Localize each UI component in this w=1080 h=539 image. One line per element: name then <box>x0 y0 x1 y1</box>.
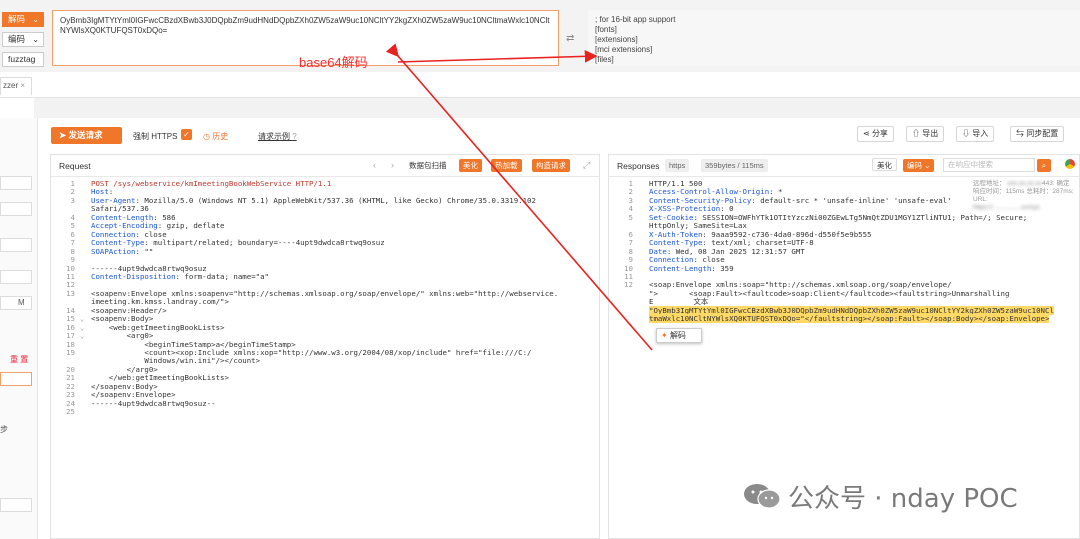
close-icon[interactable]: × <box>20 81 25 90</box>
help-icon: ? <box>292 132 297 141</box>
annotation-label: base64解码 <box>299 55 368 70</box>
fold-chevron-icon[interactable]: ⌄ <box>80 315 84 323</box>
tab-strip: zzer × <box>0 72 1080 98</box>
decoder-panel: 解码 ⌄ 编码 ⌄ fuzztag OyBmb3IgMTYtYml0IGFwcCBz… <box>0 0 1080 72</box>
response-search-input[interactable]: 在响应中搜索 <box>943 158 1035 172</box>
fold-chevron-icon[interactable]: ⌄ <box>80 332 84 340</box>
history-button[interactable]: ◷ 历史 <box>203 131 228 142</box>
build-request-button[interactable]: 构造请求 <box>532 159 570 172</box>
sidebar-field[interactable] <box>0 270 32 284</box>
chrome-icon[interactable] <box>1065 159 1075 169</box>
sidebar-field[interactable] <box>0 296 32 310</box>
sparkle-icon: ✦ <box>661 331 668 340</box>
response-header: Responses https 359bytes / 115ms 美化 编码 ⌄… <box>609 155 1079 177</box>
swap-icon[interactable]: ⇄ <box>566 33 574 44</box>
line-number: 12 <box>624 280 633 290</box>
force-https-label: 强制 HTTPS <box>133 132 178 141</box>
hot-reload-button[interactable]: 热加载 <box>491 159 522 172</box>
sync-config-button[interactable]: ⇆ 同步配置 <box>1010 126 1065 142</box>
line-number: 3 <box>70 195 75 205</box>
chevron-down-icon: ⌄ <box>32 15 39 24</box>
fuzztag-button[interactable]: fuzztag <box>2 52 44 67</box>
export-icon: ⇧ <box>912 129 920 138</box>
sidebar-label: M <box>18 298 25 307</box>
reset-button[interactable]: 重 置 <box>10 354 28 365</box>
import-icon: ⇩ <box>962 129 970 138</box>
expand-icon[interactable]: ⤢ <box>583 160 590 171</box>
sidebar-field[interactable] <box>0 238 32 252</box>
output-line: [mci extensions] <box>595 45 653 54</box>
code-line: SOAPAction: "" <box>91 246 154 256</box>
send-icon: ➤ <box>59 130 67 140</box>
clock-icon: ◷ <box>203 132 210 141</box>
response-size-badge: 359bytes / 115ms <box>701 159 768 172</box>
fold-chevron-icon[interactable]: ⌄ <box>80 324 84 332</box>
request-example-link[interactable]: 请求示例 ? <box>258 131 297 142</box>
request-header: Request ‹ › 数据包扫描 美化 热加载 构造请求 ⤢ <box>51 155 599 177</box>
sync-icon: ⇆ <box>1016 129 1024 138</box>
output-line: ; for 16-bit app support <box>595 15 676 24</box>
sidebar-field[interactable] <box>0 176 32 190</box>
left-sidebar: M 重 置 步 <box>0 118 38 539</box>
response-title: Responses <box>617 161 660 171</box>
tab-content-header <box>34 98 1080 118</box>
encode-dropdown[interactable]: 编码 ⌄ <box>903 159 935 172</box>
decode-output: ; for 16-bit app support [fonts] [extens… <box>588 10 1080 66</box>
prev-icon[interactable]: ‹ <box>373 160 376 170</box>
output-line: [extensions] <box>595 35 638 44</box>
send-request-button[interactable]: ➤ 发送请求 <box>51 127 122 144</box>
chevron-down-icon: ⌄ <box>32 35 39 44</box>
packet-scan-button[interactable]: 数据包扫描 <box>405 159 451 172</box>
share-button[interactable]: ⋖ 分享 <box>857 126 894 142</box>
next-icon[interactable]: › <box>391 160 394 170</box>
sidebar-label: 步 <box>0 425 8 434</box>
code-line: Content-Length: 359 <box>649 263 734 273</box>
protocol-badge: https <box>665 159 690 172</box>
watermark-text: 公众号 · nday POC <box>788 484 1018 514</box>
tab-fuzzer[interactable]: zzer × <box>0 77 33 95</box>
decode-mode-button[interactable]: 解码 ⌄ <box>2 12 44 27</box>
response-meta: 远程地址： xxx.xx.xx.xx443: 确定 响应时间：115ms 总耗时… <box>973 180 1074 211</box>
code-line: User-Agent: Mozilla/5.0 (Windows NT 5.1)… <box>91 195 536 205</box>
output-line: [fonts] <box>595 25 617 34</box>
sidebar-field[interactable] <box>0 202 32 216</box>
line-number: 19 <box>66 348 75 357</box>
wechat-icon <box>744 484 781 509</box>
share-icon: ⋖ <box>863 129 870 138</box>
import-button[interactable]: ⇩ 导入 <box>956 126 995 142</box>
code-line: ------4upt9dwdca8rtwq9osuz-- <box>91 398 216 408</box>
line-number: 13 <box>66 288 75 298</box>
encode-mode-button[interactable]: 编码 ⌄ <box>2 32 44 47</box>
code-line: POST /sys/webservice/kmImeetingBookWebSe… <box>91 179 332 188</box>
beautify-button[interactable]: 美化 <box>872 158 897 171</box>
code-line: tmaWxlc10NCltNYWlsXQ0KTUFQST0xDQo="</fau… <box>649 314 1050 324</box>
sidebar-field[interactable] <box>0 372 32 386</box>
beautify-button[interactable]: 美化 <box>459 159 482 172</box>
request-panel: Request ‹ › 数据包扫描 美化 热加载 构造请求 ⤢ 1 POST /s… <box>50 154 600 539</box>
export-button[interactable]: ⇧ 导出 <box>906 126 945 142</box>
sidebar-field[interactable] <box>0 498 32 512</box>
search-icon[interactable]: ⌕ <box>1037 159 1051 172</box>
request-title: Request <box>59 161 91 171</box>
decode-context-menu[interactable]: ✦ 解码 <box>656 328 702 343</box>
code-line: Content-Disposition: form-data; name="a" <box>91 271 269 281</box>
decoder-mode-rail: 解码 ⌄ 编码 ⌄ fuzztag <box>0 0 48 72</box>
line-number: 25 <box>66 407 75 417</box>
line-number: 5 <box>628 212 633 222</box>
output-line: [files] <box>595 55 614 64</box>
force-https-checkbox[interactable]: ✓ <box>181 129 192 140</box>
